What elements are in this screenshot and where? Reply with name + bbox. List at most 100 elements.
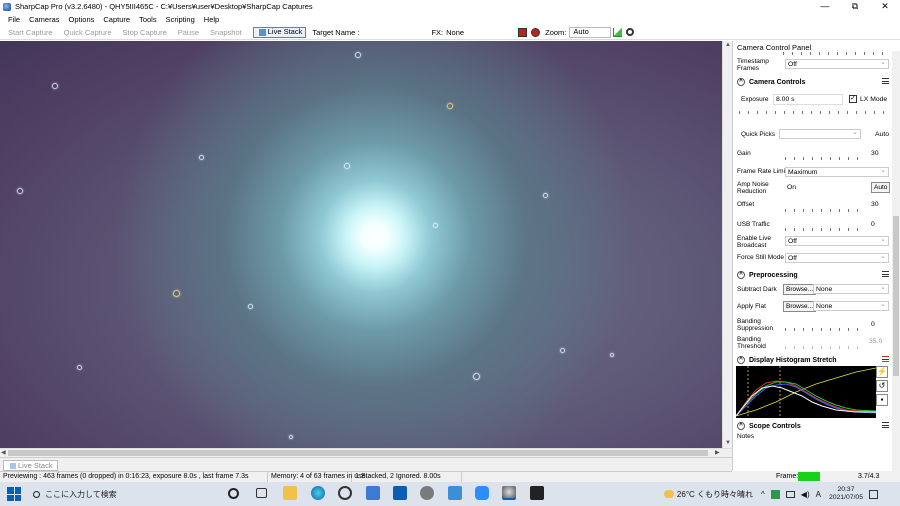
menu-options[interactable]: Options	[69, 15, 95, 24]
menu-file[interactable]: File	[8, 15, 20, 24]
banding-threshold-slider[interactable]	[785, 346, 865, 349]
banding-threshold-row: Banding Threshold 35.0	[737, 336, 889, 352]
pause-button[interactable]: Pause	[178, 28, 199, 37]
panel-scroll-thumb[interactable]	[893, 216, 899, 376]
histogram-icon[interactable]	[613, 27, 623, 37]
app-icon[interactable]	[420, 486, 434, 500]
stop-capture-button[interactable]: Stop Capture	[123, 28, 167, 37]
gain-value[interactable]: 30	[871, 150, 879, 157]
histogram-header[interactable]: ^ Display Histogram Stretch	[737, 354, 889, 366]
search-icon	[33, 490, 40, 498]
menu-capture[interactable]: Capture	[103, 15, 130, 24]
snapshot-button[interactable]: Snapshot	[210, 28, 242, 37]
offset-value[interactable]: 30	[871, 201, 879, 208]
quick-capture-button[interactable]: Quick Capture	[64, 28, 112, 37]
banding-threshold-value[interactable]: 35.0	[869, 338, 882, 345]
zoom-app-icon[interactable]	[475, 486, 489, 500]
subtract-dark-browse-button[interactable]: Browse...	[783, 284, 817, 295]
hamburger-menu-icon[interactable]	[882, 271, 889, 277]
menu-cameras[interactable]: Cameras	[29, 15, 59, 24]
preprocessing-header[interactable]: ^ Preprocessing	[737, 269, 889, 281]
taskbar-search-box[interactable]: ここに入力して検索	[33, 489, 117, 500]
maximize-button[interactable]: ⧉	[840, 0, 870, 13]
histogram-plot[interactable]	[736, 366, 876, 418]
usb-traffic-slider[interactable]	[785, 228, 865, 231]
auto-stretch-icon[interactable]: ⚡	[876, 366, 888, 378]
exposure-slider-ticks[interactable]	[739, 111, 887, 114]
tab-live-stack[interactable]: Live Stack	[3, 460, 58, 471]
mail-icon[interactable]	[393, 486, 407, 500]
menu-help[interactable]: Help	[204, 15, 219, 24]
quick-picks-auto[interactable]: Auto	[875, 131, 889, 138]
live-broadcast-select[interactable]: Off	[785, 235, 889, 246]
menu-scripting[interactable]: Scripting	[166, 15, 195, 24]
apply-flat-browse-button[interactable]: Browse...	[783, 301, 817, 312]
reset-stretch-icon[interactable]: ↺	[876, 380, 888, 392]
live-stack-button[interactable]: Live Stack	[252, 26, 307, 38]
file-explorer-icon[interactable]	[283, 486, 297, 500]
app-icon[interactable]	[448, 486, 462, 500]
app-icon[interactable]	[530, 486, 544, 500]
frame-rate-select[interactable]: Maximum	[785, 166, 889, 177]
tray-app-icon[interactable]	[770, 489, 780, 499]
force-still-select[interactable]: Off	[785, 252, 889, 263]
save-stretch-icon[interactable]: ▪	[876, 394, 888, 406]
tray-chevron-icon[interactable]: ^	[761, 490, 765, 499]
hamburger-menu-icon[interactable]	[882, 356, 889, 362]
sharpcap-taskbar-icon[interactable]	[502, 486, 516, 500]
exposure-input[interactable]: 8.00 s	[773, 94, 843, 105]
task-view-icon[interactable]	[256, 488, 267, 498]
zoom-select[interactable]: Auto	[569, 26, 612, 38]
magnifier-icon[interactable]	[626, 28, 635, 36]
star	[610, 353, 614, 357]
cortana-icon[interactable]	[228, 488, 239, 499]
apply-flat-select[interactable]: None	[813, 300, 889, 311]
subtract-dark-select[interactable]: None	[813, 283, 889, 294]
timestamp-frames-select[interactable]: Off	[785, 58, 889, 69]
scroll-down-arrow-icon[interactable]: ▼	[725, 439, 731, 447]
notes-textarea[interactable]	[737, 441, 887, 469]
banding-suppression-value[interactable]: 0	[871, 321, 875, 328]
scroll-left-arrow-icon[interactable]: ◀	[1, 449, 6, 457]
close-button[interactable]: ✕	[870, 0, 900, 13]
lx-mode-checkbox[interactable]: ✓	[849, 95, 857, 103]
status-memory: Memory: 4 of 63 frames in use.	[268, 472, 367, 482]
hamburger-menu-icon[interactable]	[882, 422, 889, 428]
fx-select[interactable]: None	[446, 28, 516, 37]
rect-roi-icon[interactable]	[518, 27, 528, 37]
collapse-icon: ^	[737, 422, 745, 430]
volume-icon[interactable]: ◀)	[801, 490, 810, 499]
banding-suppression-slider[interactable]	[785, 328, 865, 331]
quick-picks-select[interactable]	[779, 128, 861, 139]
scope-controls-header[interactable]: ^ Scope Controls	[737, 420, 889, 432]
taskbar-clock[interactable]: 20:37 2021/07/05	[829, 486, 863, 502]
scroll-up-arrow-icon[interactable]: ▲	[725, 41, 731, 49]
amp-noise-auto-button[interactable]: Auto	[871, 182, 891, 193]
panel-scrollbar[interactable]	[892, 51, 900, 471]
hamburger-menu-icon[interactable]	[882, 78, 889, 84]
store-icon[interactable]	[366, 486, 380, 500]
network-icon[interactable]	[785, 490, 795, 498]
amp-noise-value[interactable]: On	[787, 184, 796, 191]
menu-tools[interactable]: Tools	[139, 15, 157, 24]
app-icon[interactable]	[338, 486, 352, 500]
windows-start-icon[interactable]	[7, 487, 21, 501]
offset-label: Offset	[737, 201, 755, 208]
ime-indicator[interactable]: A	[816, 490, 821, 499]
ellipse-roi-icon[interactable]	[531, 27, 541, 37]
scroll-right-arrow-icon[interactable]: ▶	[715, 449, 720, 457]
gain-slider[interactable]	[785, 157, 865, 160]
minimize-button[interactable]: —	[810, 0, 840, 13]
notification-icon[interactable]	[869, 489, 878, 499]
camera-controls-header[interactable]: ^ Camera Controls	[737, 76, 889, 88]
weather-text[interactable]: 26°C くもり時々晴れ	[677, 489, 753, 500]
viewer-horizontal-scrollbar[interactable]: ◀ ▶	[0, 448, 732, 457]
offset-slider[interactable]	[785, 209, 865, 212]
viewer-vertical-scrollbar[interactable]: ▲ ▼	[722, 41, 732, 448]
usb-traffic-value[interactable]: 0	[871, 221, 875, 228]
target-name-input[interactable]	[362, 27, 428, 37]
camera-preview-image[interactable]	[0, 41, 722, 448]
start-capture-button[interactable]: Start Capture	[8, 28, 53, 37]
horizontal-scroll-thumb[interactable]	[8, 450, 708, 456]
edge-browser-icon[interactable]	[311, 486, 325, 500]
